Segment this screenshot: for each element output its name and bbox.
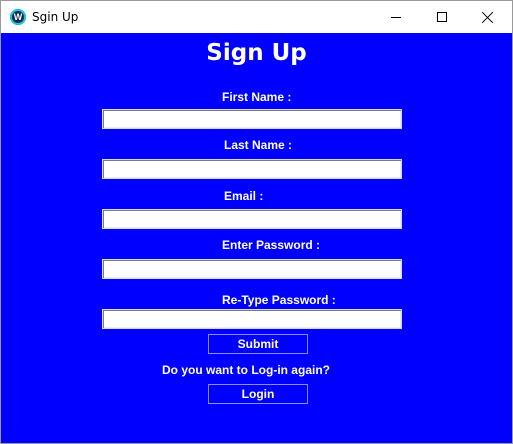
- retype-password-field[interactable]: [102, 309, 402, 329]
- first-name-label: First Name :: [222, 90, 292, 104]
- form-panel: Sign Up First Name : Last Name : Email :…: [1, 33, 512, 443]
- submit-button[interactable]: Submit: [208, 334, 308, 354]
- app-icon[interactable]: W: [10, 9, 26, 25]
- login-button[interactable]: Login: [208, 384, 308, 404]
- retype-password-label: Re-Type Password :: [222, 293, 336, 307]
- page-title: Sign Up: [206, 40, 307, 66]
- title-bar[interactable]: W Sgin Up: [1, 1, 512, 33]
- last-name-field[interactable]: [102, 159, 402, 179]
- password-field[interactable]: [102, 259, 402, 279]
- last-name-label: Last Name :: [224, 138, 293, 152]
- sign-up-window: W Sgin Up Sign Up First Name : Last Name…: [0, 0, 513, 444]
- email-label: Email :: [224, 189, 264, 203]
- login-prompt: Do you want to Log-in again?: [162, 363, 330, 377]
- close-icon: [482, 11, 494, 23]
- first-name-field[interactable]: [102, 109, 402, 129]
- maximize-button[interactable]: [419, 1, 465, 33]
- window-title: Sgin Up: [32, 10, 79, 24]
- maximize-icon: [437, 12, 447, 22]
- minimize-button[interactable]: [373, 1, 419, 33]
- minimize-icon: [391, 17, 401, 18]
- app-icon-letter: W: [13, 12, 23, 22]
- email-field[interactable]: [102, 209, 402, 229]
- close-button[interactable]: [465, 1, 511, 33]
- password-label: Enter Password :: [222, 238, 321, 252]
